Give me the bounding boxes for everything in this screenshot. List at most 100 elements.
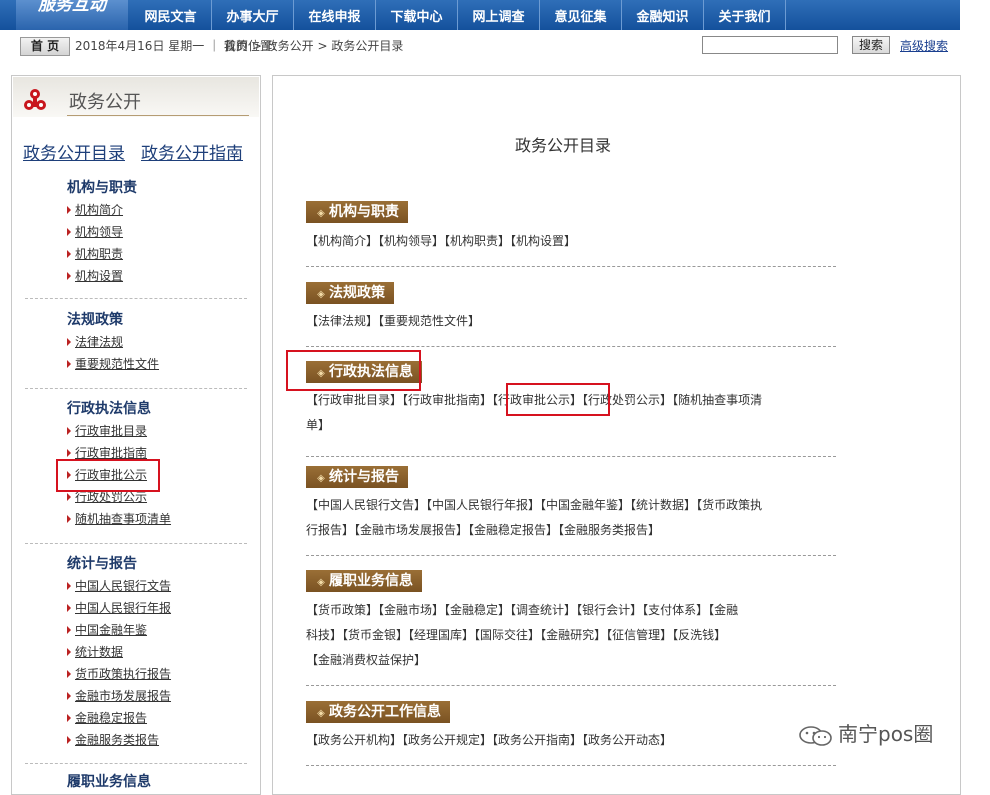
category-badge[interactable]: ◈ 履职业务信息 — [306, 570, 422, 592]
sidebar-item[interactable]: 机构职责 — [67, 243, 137, 265]
catalog-link[interactable]: 【中国金融年鉴】 — [540, 498, 630, 512]
top-nav-bar: 服务互动 网民文言 办事大厅 在线申报 下载中心 网上调查 意见征集 金融知识 … — [0, 0, 960, 30]
sidebar-item[interactable]: 金融稳定报告 — [67, 707, 171, 729]
nav-item-banshi[interactable]: 办事大厅 — [212, 0, 294, 30]
catalog-link[interactable]: 【中国人民银行文告】 — [306, 498, 426, 512]
catalog-link[interactable]: 【金融研究】 — [540, 628, 606, 642]
sidebar-item[interactable]: 重要规范性文件 — [67, 353, 159, 375]
breadcrumb[interactable]: 首页 > 政务公开 > 政务公开目录 — [224, 37, 403, 55]
badge-bullet-icon: ◈ — [317, 473, 325, 484]
sidebar-title: 政务公开 — [69, 92, 141, 113]
category-badge[interactable]: ◈ 统计与报告 — [306, 466, 408, 488]
catalog-link[interactable]: 【中国人民银行年报】 — [426, 498, 540, 512]
catalog-link[interactable]: 【货币政策】 — [306, 603, 378, 617]
sidebar-item[interactable]: 中国金融年鉴 — [67, 619, 171, 641]
category-links: 【中国人民银行文告】【中国人民银行年报】【中国金融年鉴】【统计数据】【货币政策执… — [306, 498, 763, 537]
pboc-logo-icon — [24, 89, 46, 110]
sidebar-item[interactable]: 中国人民银行年报 — [67, 597, 171, 619]
nav-item-wangmin[interactable]: 网民文言 — [130, 0, 212, 30]
section-divider — [306, 765, 836, 766]
catalog-link[interactable]: 【统计数据】 — [630, 498, 696, 512]
nav-item-guanyu[interactable]: 关于我们 — [704, 0, 786, 30]
catalog-link[interactable]: 【金融稳定】 — [444, 603, 510, 617]
sidebar-item[interactable]: 随机抽查事项清单 — [67, 508, 171, 530]
sidebar-section-regulations: 法规政策 法律法规 重要规范性文件 — [67, 309, 159, 375]
sidebar-item[interactable]: 法律法规 — [67, 331, 159, 353]
sidebar-link-guide[interactable]: 政务公开指南 — [141, 144, 243, 164]
catalog-link[interactable]: 【国际交往】 — [474, 628, 540, 642]
catalog-link[interactable]: 【调查统计】 — [510, 603, 576, 617]
catalog-link[interactable]: 【机构职责】 — [444, 234, 510, 248]
catalog-link[interactable]: 【金融市场】 — [378, 603, 444, 617]
nav-item-zhishi[interactable]: 金融知识 — [622, 0, 704, 30]
catalog-link[interactable]: 【支付体系】 — [642, 603, 708, 617]
home-button[interactable]: 首 页 — [20, 37, 70, 56]
category-statistics: ◈ 统计与报告 — [306, 466, 408, 488]
catalog-link[interactable]: 【政务公开动态】 — [582, 733, 672, 747]
catalog-link[interactable]: 【机构简介】 — [306, 234, 378, 248]
nav-item-yijian[interactable]: 意见征集 — [540, 0, 622, 30]
brand-tab[interactable]: 服务互动 — [16, 0, 128, 30]
sidebar-item[interactable]: 货币政策执行报告 — [67, 663, 171, 685]
category-badge[interactable]: ◈ 法规政策 — [306, 282, 394, 304]
page-title: 政务公开目录 — [514, 136, 611, 155]
catalog-link[interactable]: 【机构设置】 — [510, 234, 576, 248]
catalog-link[interactable]: 【政务公开规定】 — [402, 733, 492, 747]
category-title: 政务公开工作信息 — [329, 704, 441, 720]
catalog-link[interactable]: 【反洗钱】 — [672, 628, 726, 642]
sidebar-divider — [25, 543, 247, 544]
catalog-link[interactable]: 【金融服务类报告】 — [558, 523, 660, 537]
catalog-link[interactable]: 【政务公开机构】 — [306, 733, 402, 747]
catalog-link[interactable]: 【行政审批目录】 — [306, 393, 402, 407]
catalog-link[interactable]: 【金融消费权益保护】 — [306, 653, 426, 667]
sidebar-item[interactable]: 机构设置 — [67, 265, 137, 287]
sidebar-item[interactable]: 统计数据 — [67, 641, 171, 663]
category-links: 【法律法规】【重要规范性文件】 — [306, 309, 816, 334]
sidebar-header-divider — [67, 115, 249, 116]
nav-item-diaocha[interactable]: 网上调查 — [458, 0, 540, 30]
category-regulations: ◈ 法规政策 — [306, 282, 394, 304]
badge-bullet-icon: ◈ — [317, 577, 325, 588]
catalog-link[interactable]: 【行政审批指南】 — [402, 393, 492, 407]
catalog-link[interactable]: 【金融市场发展报告】 — [354, 523, 468, 537]
badge-bullet-icon: ◈ — [317, 708, 325, 719]
sidebar-item[interactable]: 行政审批目录 — [67, 420, 171, 442]
category-business: ◈ 履职业务信息 — [306, 570, 422, 592]
info-bar: 首 页 2018年4月16日 星期一 ｜ 我的位置: 首页 > 政务公开 > 政… — [0, 32, 960, 58]
nav-item-xiazai[interactable]: 下载中心 — [376, 0, 458, 30]
sidebar-section-title: 统计与报告 — [67, 556, 137, 572]
sidebar-item[interactable]: 机构简介 — [67, 199, 137, 221]
section-divider — [306, 346, 836, 347]
sidebar-header: 政务公开 — [13, 77, 259, 117]
catalog-link[interactable]: 【机构领导】 — [378, 234, 444, 248]
section-divider — [306, 555, 836, 556]
watermark-text: 南宁pos圈 — [838, 722, 934, 746]
category-institutions: ◈ 机构与职责 — [306, 201, 408, 223]
sidebar-item[interactable]: 金融市场发展报告 — [67, 685, 171, 707]
badge-bullet-icon: ◈ — [317, 289, 325, 300]
catalog-link[interactable]: 【金融稳定报告】 — [468, 523, 558, 537]
sidebar-item[interactable]: 中国人民银行文告 — [67, 575, 171, 597]
sidebar-item[interactable]: 金融服务类报告 — [67, 729, 171, 751]
highlight-box-link — [506, 383, 610, 416]
sidebar-section-title: 履职业务信息 — [67, 774, 151, 790]
main-nav: 网民文言 办事大厅 在线申报 下载中心 网上调查 意见征集 金融知识 关于我们 — [130, 0, 786, 30]
catalog-link[interactable]: 【货币金银】 — [342, 628, 408, 642]
watermark: 南宁pos圈 — [798, 718, 933, 747]
category-links: 【机构简介】【机构领导】【机构职责】【机构设置】 — [306, 229, 816, 254]
sidebar-item[interactable]: 机构领导 — [67, 221, 137, 243]
advanced-search-link[interactable]: 高级搜索 — [900, 37, 948, 55]
category-badge[interactable]: ◈ 政务公开工作信息 — [306, 701, 450, 723]
nav-item-zaixian[interactable]: 在线申报 — [294, 0, 376, 30]
catalog-link[interactable]: 【政务公开指南】 — [492, 733, 582, 747]
catalog-link[interactable]: 【经理国库】 — [408, 628, 474, 642]
search-input[interactable] — [702, 36, 838, 54]
category-badge[interactable]: ◈ 机构与职责 — [306, 201, 408, 223]
brand-label: 服务互动 — [38, 0, 106, 15]
catalog-link[interactable]: 【银行会计】 — [576, 603, 642, 617]
sidebar-link-catalog[interactable]: 政务公开目录 — [23, 144, 125, 164]
catalog-link[interactable]: 【重要规范性文件】 — [378, 314, 480, 328]
catalog-link[interactable]: 【征信管理】 — [606, 628, 672, 642]
search-button[interactable]: 搜索 — [852, 36, 890, 54]
catalog-link[interactable]: 【法律法规】 — [306, 314, 378, 328]
